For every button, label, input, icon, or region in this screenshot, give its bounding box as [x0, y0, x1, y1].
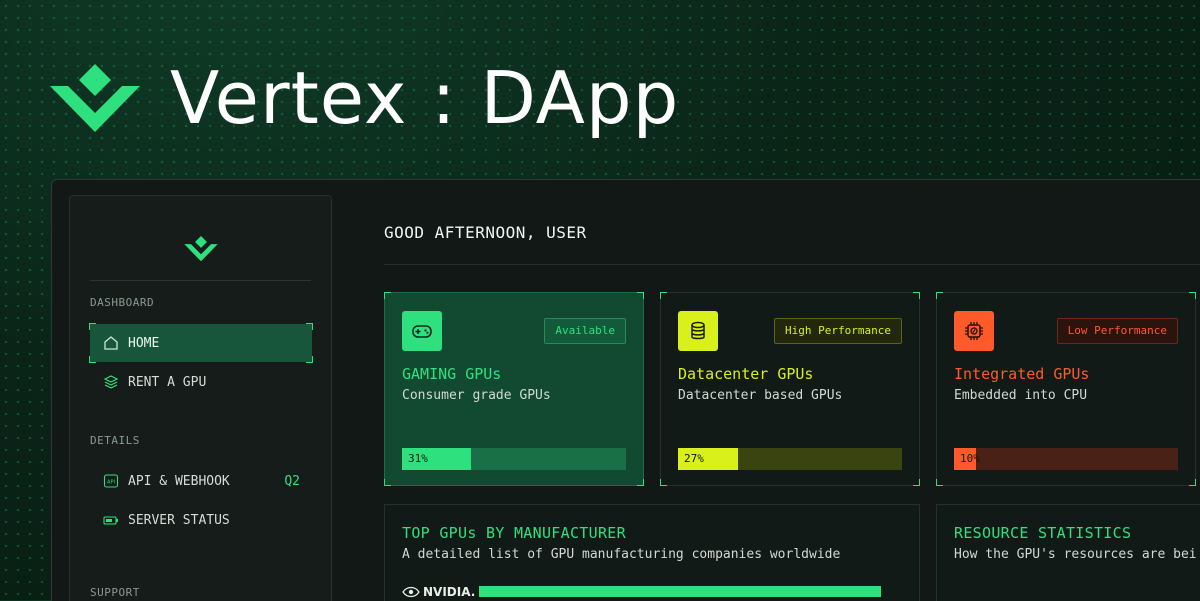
- card-subtitle: Consumer grade GPUs: [402, 388, 551, 403]
- app-title: Vertex : DApp: [170, 56, 680, 140]
- card-gaming-gpus[interactable]: Available GAMING GPUs Consumer grade GPU…: [384, 292, 644, 486]
- status-badge: Low Performance: [1056, 318, 1178, 344]
- card-title: Datacenter GPUs: [678, 365, 814, 383]
- panel-top-gpus-by-manufacturer: TOP GPUs BY MANUFACTURER A detailed list…: [384, 504, 920, 601]
- panel-resource-statistics: RESOURCE STATISTICS How the GPU's resour…: [936, 504, 1200, 601]
- svg-text:API: API: [107, 480, 115, 486]
- vertex-logo-icon: [50, 64, 140, 132]
- usage-bar: 31%: [402, 448, 626, 470]
- panel-title: TOP GPUs BY MANUFACTURER: [402, 524, 626, 542]
- usage-percent: 31%: [408, 452, 428, 465]
- greeting-heading: GOOD AFTERNOON, USER: [384, 223, 587, 242]
- usage-percent: 10%: [960, 452, 980, 465]
- card-datacenter-gpus[interactable]: High Performance Datacenter GPUs Datacen…: [660, 292, 920, 486]
- quarter-badge: Q2: [284, 473, 300, 489]
- sidebar-logo-icon: [184, 236, 218, 262]
- status-badge: High Performance: [774, 318, 902, 344]
- stack-icon: [102, 373, 120, 391]
- sidebar-item-rent-gpu[interactable]: RENT A GPU: [90, 363, 312, 401]
- manufacturer-bar-nvidia: [479, 586, 881, 597]
- dashboard-window: DASHBOARD HOME RENT A GPU DETAILS API AP…: [51, 179, 1200, 601]
- card-title: Integrated GPUs: [954, 365, 1090, 383]
- sidebar-item-label: RENT A GPU: [128, 374, 207, 390]
- main-divider: [384, 264, 1200, 265]
- card-subtitle: Datacenter based GPUs: [678, 388, 843, 403]
- sidebar-item-home[interactable]: HOME: [89, 323, 313, 363]
- usage-bar: 10%: [954, 448, 1178, 470]
- sidebar-item-label: API & WEBHOOK: [128, 473, 230, 489]
- panel-title: RESOURCE STATISTICS: [954, 524, 1132, 542]
- section-support: SUPPORT: [90, 586, 140, 599]
- nvidia-eye-icon: [402, 586, 420, 598]
- section-dashboard: DASHBOARD: [90, 296, 155, 309]
- usage-bar: 27%: [678, 448, 902, 470]
- api-icon: API: [102, 472, 120, 490]
- panel-subtitle: How the GPU's resources are bei: [954, 547, 1197, 562]
- sidebar-divider: [90, 280, 311, 281]
- sidebar-item-api-webhook[interactable]: API API & WEBHOOK Q2: [90, 462, 312, 500]
- sidebar-item-server-status[interactable]: SERVER STATUS: [90, 501, 312, 539]
- sidebar-item-label: HOME: [128, 335, 160, 351]
- status-badge: Available: [544, 318, 626, 344]
- battery-icon: [102, 511, 120, 529]
- database-icon: [678, 311, 718, 351]
- sidebar-item-label: SERVER STATUS: [128, 512, 230, 528]
- card-integrated-gpus[interactable]: Low Performance Integrated GPUs Embedded…: [936, 292, 1196, 486]
- panel-subtitle: A detailed list of GPU manufacturing com…: [402, 547, 841, 562]
- card-subtitle: Embedded into CPU: [954, 388, 1088, 403]
- section-details: DETAILS: [90, 434, 140, 447]
- sidebar: DASHBOARD HOME RENT A GPU DETAILS API AP…: [69, 195, 332, 601]
- gamepad-icon: [402, 311, 442, 351]
- manufacturer-name: NVIDIA.: [423, 585, 476, 599]
- home-icon: [102, 334, 120, 352]
- manufacturer-logo-nvidia: NVIDIA.: [402, 585, 475, 599]
- usage-percent: 27%: [684, 452, 704, 465]
- card-title: GAMING GPUs: [402, 365, 502, 383]
- cpu-icon: [954, 311, 994, 351]
